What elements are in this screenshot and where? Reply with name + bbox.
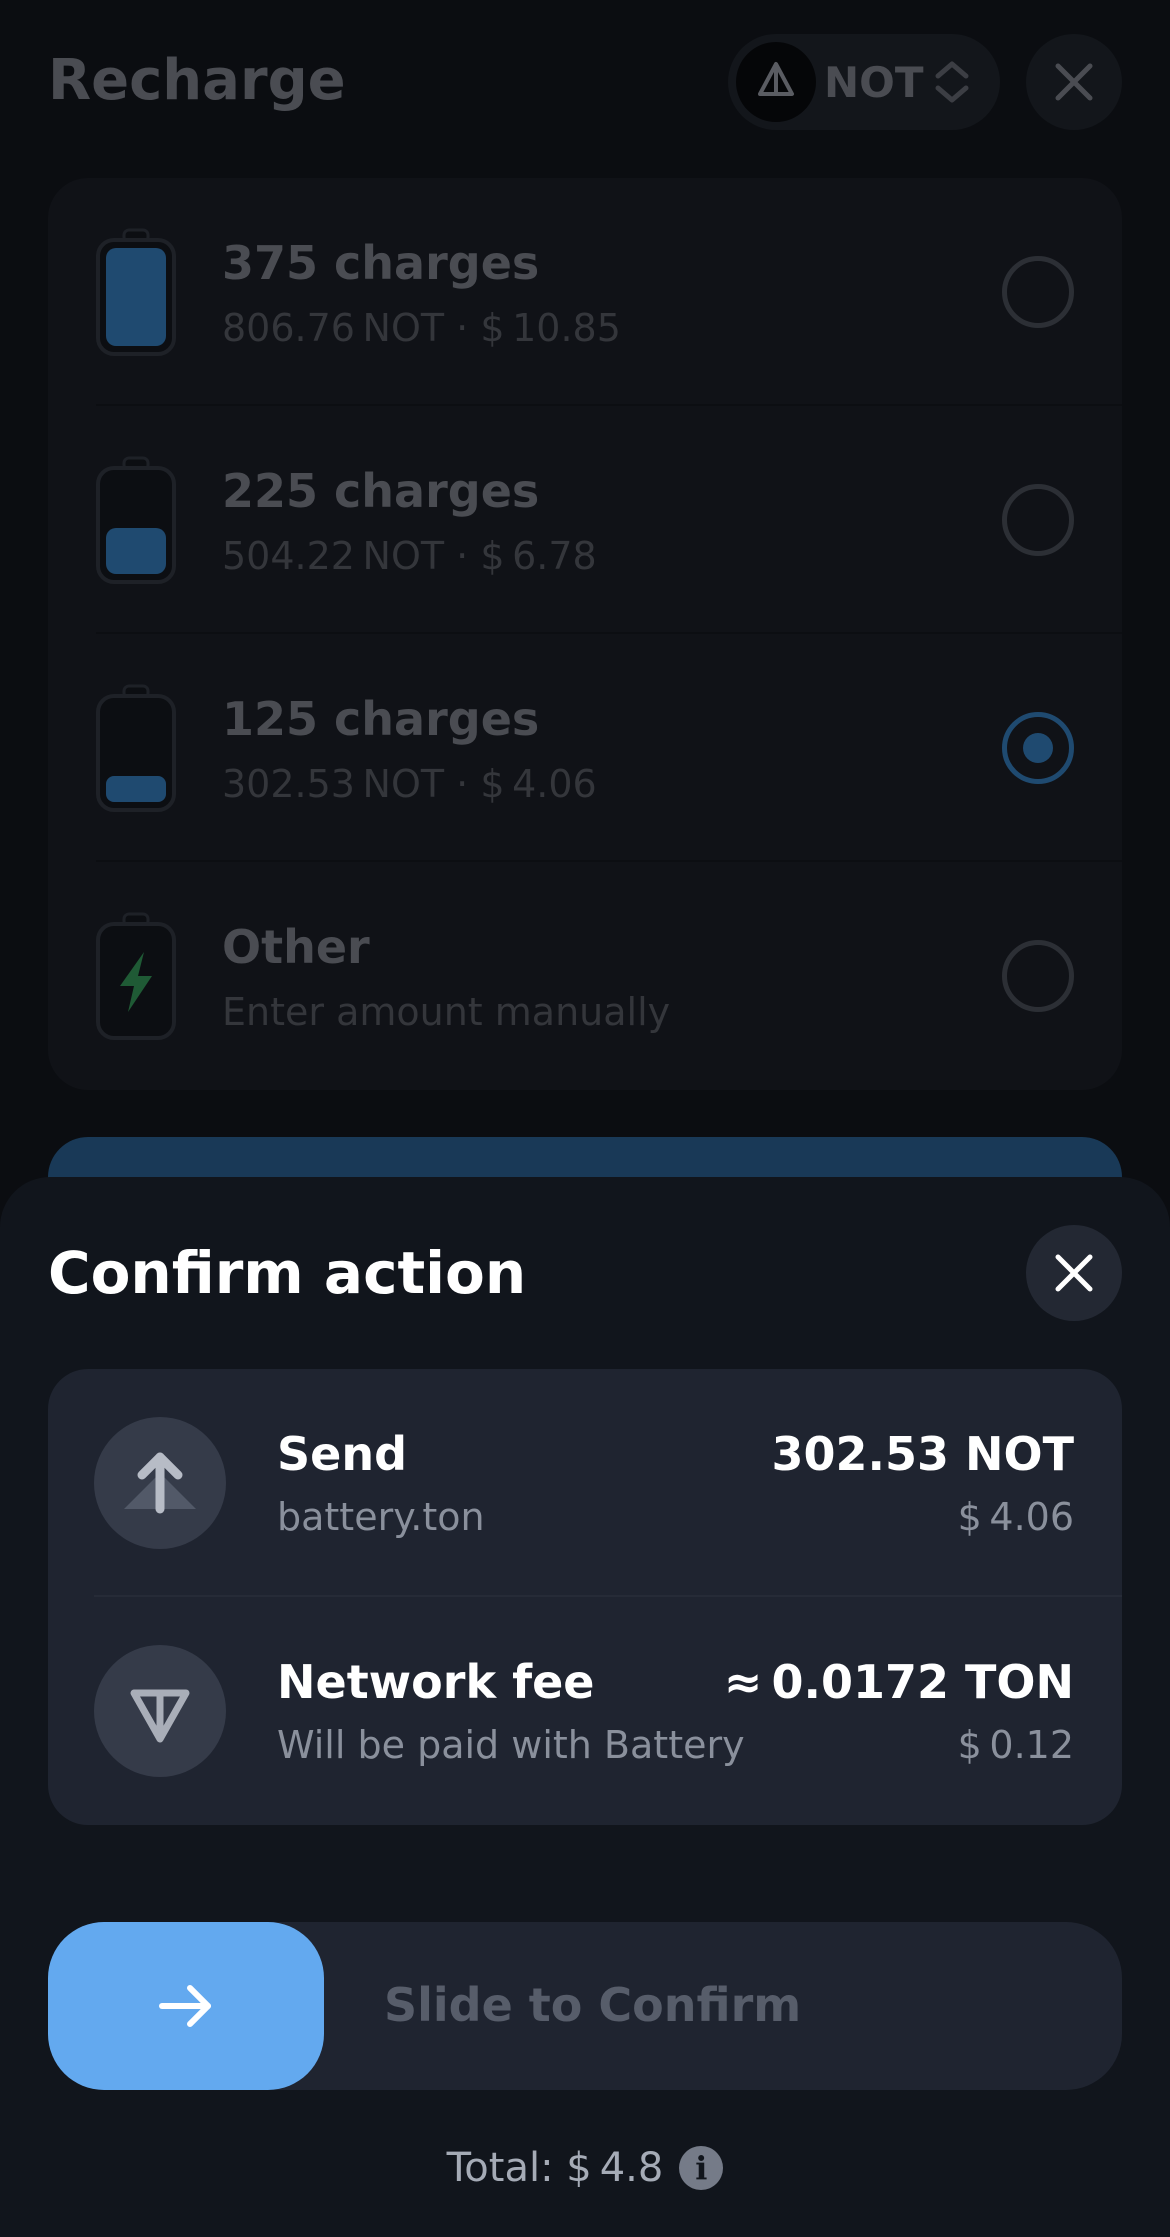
- info-icon[interactable]: i: [679, 2146, 724, 2190]
- recipient-address: battery.ton: [277, 1495, 485, 1539]
- option-price: 806.76 NOT · $ 10.85: [222, 306, 621, 350]
- token-selector[interactable]: NOT: [728, 34, 1000, 130]
- battery-bolt-icon: [96, 912, 176, 1040]
- charge-options-list: 375 charges 806.76 NOT · $ 10.85 225 cha…: [48, 178, 1122, 1090]
- fee-payment-note: Will be paid with Battery: [277, 1723, 745, 1767]
- option-price: 302.53 NOT · $ 4.06: [222, 762, 597, 806]
- network-fee-row: Network fee Will be paid with Battery ≈ …: [48, 1597, 1122, 1825]
- sheet-close-button[interactable]: [1026, 1225, 1122, 1321]
- option-title: Other: [222, 920, 370, 974]
- chevron-up-down-icon: [932, 56, 972, 112]
- slider-label: Slide to Confirm: [384, 1978, 802, 2032]
- recharge-screen: Recharge NOT 375 charges 806.76 NOT · $ …: [0, 0, 1170, 1257]
- fee-fiat-amount: $ 0.12: [957, 1723, 1074, 1767]
- total-row: Total: $ 4.8 i: [0, 2145, 1170, 2191]
- row-title: Network fee: [277, 1655, 595, 1709]
- transaction-details: Send battery.ton 302.53 NOT $ 4.06 Netwo…: [48, 1369, 1122, 1825]
- arrow-right-icon: [159, 1985, 211, 2027]
- token-label: NOT: [824, 58, 924, 107]
- send-amount: 302.53 NOT: [771, 1427, 1074, 1481]
- not-coin-icon: [736, 42, 816, 122]
- row-title: Send: [277, 1427, 408, 1481]
- close-icon: [1055, 1254, 1093, 1292]
- fee-amount: ≈ 0.0172 TON: [723, 1655, 1074, 1709]
- send-fiat-amount: $ 4.06: [957, 1495, 1074, 1539]
- option-375-charges[interactable]: 375 charges 806.76 NOT · $ 10.85: [48, 178, 1122, 406]
- battery-full-icon: [96, 228, 176, 356]
- page-title: Recharge: [48, 48, 346, 113]
- slide-to-confirm[interactable]: Slide to Confirm: [48, 1922, 1122, 2090]
- option-225-charges[interactable]: 225 charges 504.22 NOT · $ 6.78: [48, 406, 1122, 634]
- sheet-title: Confirm action: [48, 1239, 527, 1307]
- option-title: 375 charges: [222, 236, 540, 290]
- option-other[interactable]: Other Enter amount manually: [48, 862, 1122, 1090]
- battery-low-icon: [96, 684, 176, 812]
- total-amount: Total: $ 4.8: [446, 2145, 664, 2191]
- slider-handle[interactable]: [48, 1922, 324, 2090]
- option-radio[interactable]: [1002, 940, 1074, 1012]
- battery-half-icon: [96, 456, 176, 584]
- option-hint: Enter amount manually: [222, 990, 671, 1034]
- confirm-action-sheet: Confirm action Send battery.ton 302.53 N…: [0, 1177, 1170, 2237]
- send-row: Send battery.ton 302.53 NOT $ 4.06: [48, 1369, 1122, 1597]
- option-price: 504.22 NOT · $ 6.78: [222, 534, 597, 578]
- option-radio[interactable]: [1002, 484, 1074, 556]
- recharge-page: Recharge NOT 375 charges 806.76 NOT · $ …: [0, 0, 1170, 2237]
- arrow-up-icon: [94, 1417, 226, 1549]
- option-title: 125 charges: [222, 692, 540, 746]
- option-radio[interactable]: [1002, 256, 1074, 328]
- option-title: 225 charges: [222, 464, 540, 518]
- option-125-charges[interactable]: 125 charges 302.53 NOT · $ 4.06: [48, 634, 1122, 862]
- option-radio-selected[interactable]: [1002, 712, 1074, 784]
- close-icon: [1055, 63, 1093, 101]
- close-button[interactable]: [1026, 34, 1122, 130]
- ton-icon: [94, 1645, 226, 1777]
